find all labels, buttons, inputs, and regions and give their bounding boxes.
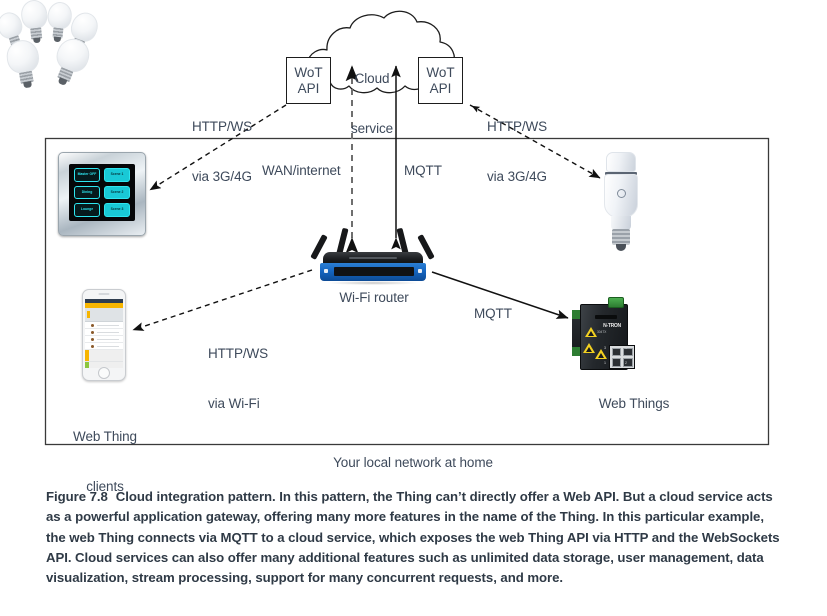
right-uplink-label-line1: HTTP/WS [487, 119, 548, 134]
panel-button-scene-1[interactable]: Scene 1 [104, 168, 130, 182]
figure-number: Figure 7.8 [46, 489, 108, 504]
switch-port-number-1: 1 [604, 361, 606, 365]
wot-api-left-line2: API [297, 80, 320, 96]
smart-bulb-tip [616, 244, 626, 251]
web-thing-clients-label-line1: Web Thing [73, 429, 137, 444]
diagram-canvas: Cloud service WoT API WoT API HTTP/WS vi… [0, 0, 827, 494]
router-label: Wi-Fi router [339, 290, 409, 305]
panel-column-left: Master OFF Dining Lounge [74, 168, 100, 218]
wot-api-right-line1: WoT [426, 64, 455, 80]
warning-triangle-icon [585, 327, 597, 337]
web-things-label: Web Things [598, 396, 670, 411]
router-shadow [326, 281, 420, 285]
smart-bulb-screw-base [612, 229, 630, 245]
panel-button-dining[interactable]: Dining [74, 185, 100, 200]
phone-hero-card [85, 308, 123, 322]
panel-column-right: Scene 1 Scene 2 Scene 3 [104, 168, 130, 218]
warning-triangle-icon [583, 343, 595, 353]
switch-body: N-TRON 304TX 3 4 1 2 [580, 304, 635, 370]
panel-button-scene-3[interactable]: Scene 3 [104, 203, 130, 218]
smart-bulb-device[interactable] [600, 152, 642, 256]
switch-rj45-port-block[interactable] [609, 345, 635, 369]
switch-port-number-3: 3 [604, 346, 606, 350]
panel-button-master-off[interactable]: Master OFF [74, 168, 100, 182]
right-uplink-label-line2: via 3G/4G [487, 168, 547, 184]
wot-api-box-right[interactable]: WoT API [418, 57, 463, 104]
smart-bulb-power-icon [617, 189, 626, 198]
figure-page: Cloud service WoT API WoT API HTTP/WS vi… [0, 0, 827, 616]
switch-rj45-port[interactable] [611, 347, 622, 357]
light-bulbs-cluster [0, 0, 102, 89]
phone-home-button[interactable] [98, 367, 110, 379]
router-led-right [418, 269, 422, 273]
mqtt-local-label: MQTT [474, 306, 512, 321]
switch-port-number-4: 4 [625, 346, 627, 350]
wot-api-right-line2: API [429, 80, 452, 96]
wall-touch-panel-device[interactable]: Master OFF Dining Lounge Scene 1 Scene 2… [58, 152, 146, 236]
phone-screen [85, 299, 123, 368]
phone-list-item [85, 329, 123, 336]
local-http-label-line1: HTTP/WS [208, 346, 269, 361]
phone-list-item [85, 322, 123, 329]
local-http-label-line2: via Wi-Fi [208, 395, 260, 411]
panel-button-scene-2[interactable]: Scene 2 [104, 185, 130, 200]
cloud-label-line2: service [350, 120, 394, 136]
smart-bulb-cap [606, 152, 636, 172]
figure-caption: Figure 7.8 Cloud integration pattern. In … [46, 487, 786, 588]
smartphone-device[interactable] [82, 289, 126, 381]
switch-vent-slot [595, 315, 617, 319]
left-uplink-label-line1: HTTP/WS [192, 119, 253, 134]
panel-button-lounge[interactable]: Lounge [74, 203, 100, 218]
wifi-router-device[interactable] [310, 227, 435, 286]
mqtt-cloud-label: MQTT [404, 163, 442, 178]
switch-rj45-port[interactable] [611, 357, 622, 367]
wot-api-box-left[interactable]: WoT API [286, 57, 331, 104]
panel-screen: Master OFF Dining Lounge Scene 1 Scene 2… [69, 164, 135, 221]
phone-block-yellow [85, 350, 123, 362]
left-uplink-label: HTTP/WS via 3G/4G [192, 86, 252, 218]
local-http-label: HTTP/WS via Wi-Fi [208, 313, 268, 445]
warning-triangle-icon [595, 349, 607, 359]
phone-list-item [85, 343, 123, 350]
right-uplink-label: HTTP/WS via 3G/4G [487, 86, 547, 218]
smart-bulb-neck [611, 216, 631, 230]
phone-speaker [98, 293, 110, 295]
wot-api-left-line1: WoT [294, 64, 323, 80]
industrial-switch-device[interactable]: N-TRON 304TX 3 4 1 2 [572, 296, 636, 374]
cloud-label-line1: Cloud [354, 71, 390, 86]
figure-caption-text: Cloud integration pattern. In this patte… [46, 489, 780, 586]
switch-model-label: 304TX [597, 330, 607, 334]
router-led-left [324, 269, 328, 273]
phone-list-item [85, 336, 123, 343]
switch-brand-label: N-TRON [603, 323, 621, 329]
left-uplink-label-line2: via 3G/4G [192, 168, 252, 184]
local-network-caption: Your local network at home [333, 455, 493, 470]
cloud-label: Cloud service [332, 38, 412, 170]
switch-power-connector [608, 297, 624, 308]
router-port-strip [334, 267, 414, 276]
wan-internet-label: WAN/internet [262, 163, 341, 178]
switch-port-number-2: 2 [625, 361, 627, 365]
